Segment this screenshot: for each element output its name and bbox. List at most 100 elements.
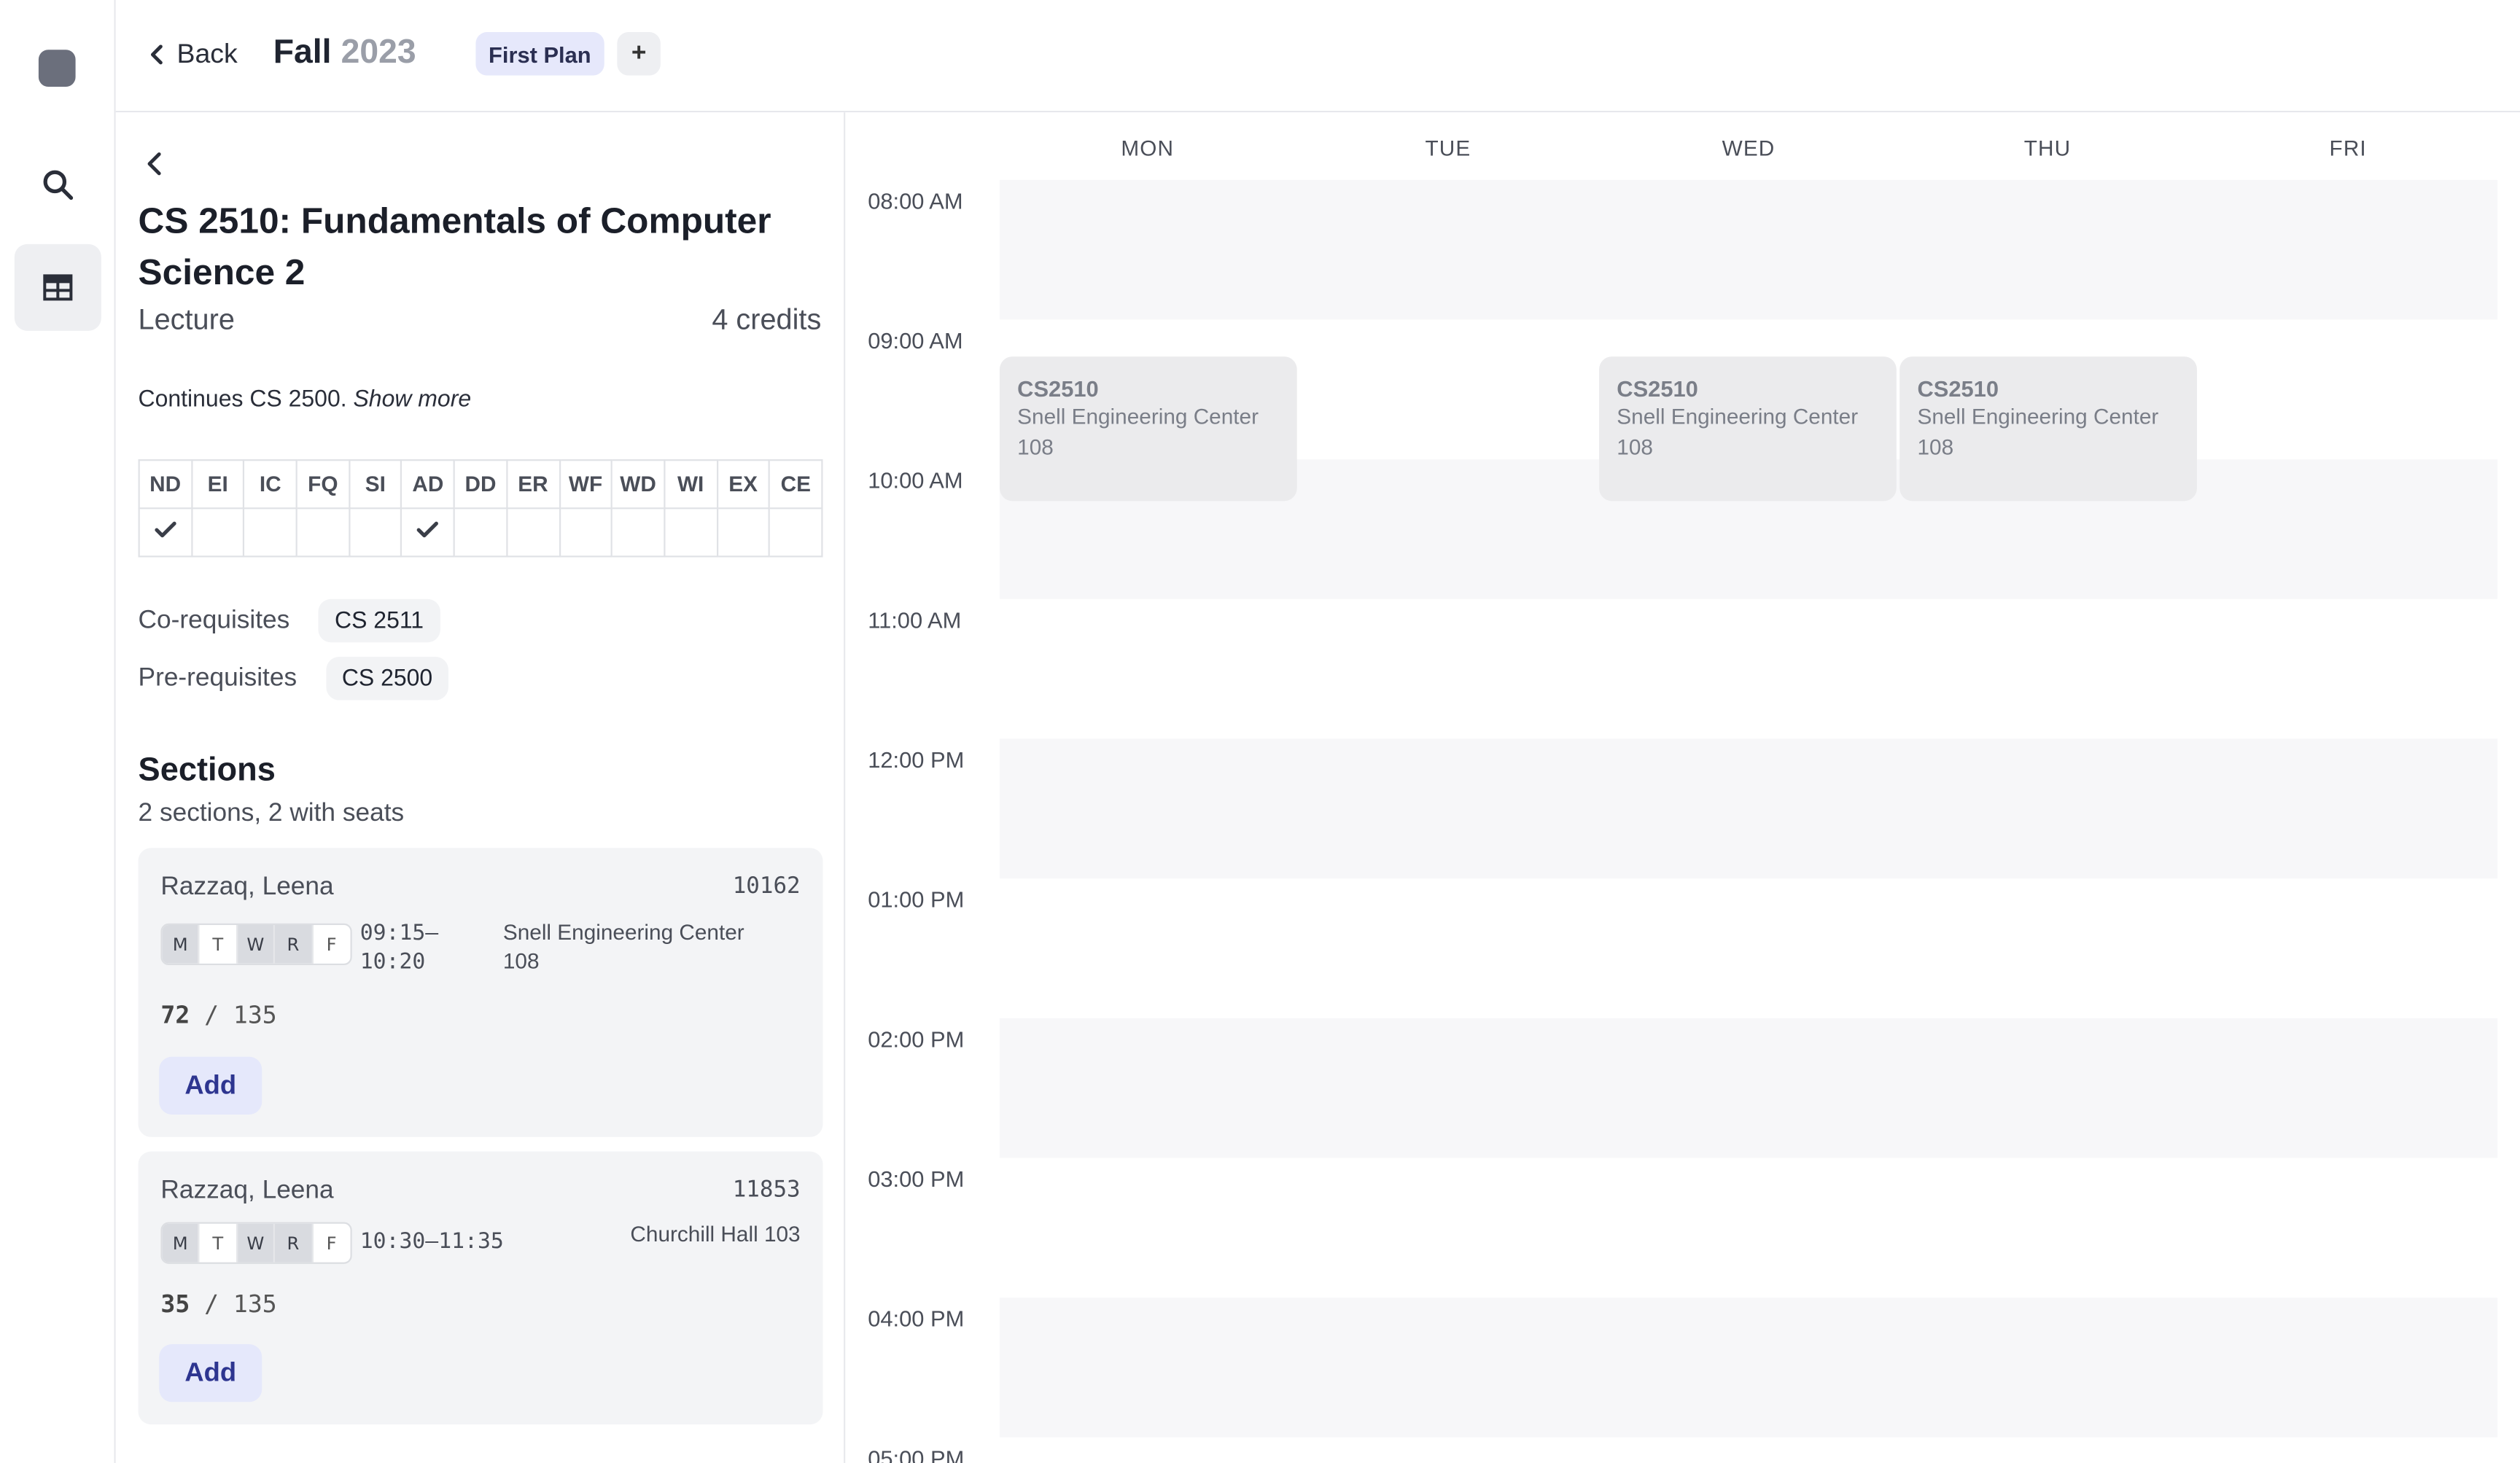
section-crn: 10162 bbox=[732, 873, 801, 900]
calendar-event[interactable]: CS2510 Snell Engineering Center 108 bbox=[999, 356, 1297, 502]
attribute-si: SI bbox=[348, 459, 402, 510]
time-label: 08:00 AM bbox=[868, 187, 963, 214]
schedule-nav-button[interactable] bbox=[14, 243, 101, 331]
description-text: Continues CS 2500. bbox=[138, 386, 347, 413]
attribute-ei: EI bbox=[190, 459, 245, 510]
event-location: Snell Engineering Center 108 bbox=[1017, 405, 1259, 460]
attribute-cell bbox=[453, 507, 508, 558]
term-season: Fall bbox=[273, 34, 332, 71]
top-bar: Back Fall 2023 First Plan + bbox=[115, 0, 2520, 113]
day-header-tue: TUE bbox=[1425, 136, 1471, 161]
attribute-cell bbox=[138, 507, 192, 558]
course-title: CS 2510: Fundamentals of Computer Scienc… bbox=[138, 200, 771, 292]
event-location: Snell Engineering Center 108 bbox=[1617, 405, 1859, 460]
event-course-code: CS2510 bbox=[1617, 375, 1698, 402]
time-label: 11:00 AM bbox=[868, 606, 962, 633]
section-time-end: 10:20 bbox=[359, 949, 426, 975]
prerequisites-label: Pre-requisites bbox=[138, 663, 298, 692]
attribute-ad: AD bbox=[400, 459, 456, 510]
attribute-cell bbox=[716, 507, 771, 558]
attribute-cell bbox=[664, 507, 718, 558]
corequisites-label: Co-requisites bbox=[138, 606, 290, 634]
table-icon bbox=[43, 274, 73, 301]
time-label: 10:00 AM bbox=[868, 467, 963, 493]
plan-tab-first-plan[interactable]: First Plan bbox=[475, 32, 604, 76]
instructor-name: Razzaq, Leena bbox=[160, 873, 334, 901]
time-label: 02:00 PM bbox=[868, 1026, 965, 1053]
seat-count: 35 / 135 bbox=[160, 1290, 277, 1319]
section-card: Razzaq, Leena 11853 MTWRF 10:30–11:35 Ch… bbox=[138, 1151, 823, 1425]
day-pill-t: T bbox=[200, 1223, 238, 1263]
section-time-start: 09:15– bbox=[359, 920, 439, 946]
seat-count: 72 / 135 bbox=[160, 1000, 277, 1030]
week-calendar: MON TUE WED THU FRI 08:00 AM 09:00 AM 10… bbox=[845, 112, 2520, 1463]
attribute-dd: DD bbox=[453, 459, 508, 510]
section-location-line1: Snell Engineering Center bbox=[502, 920, 744, 945]
attribute-wi: WI bbox=[664, 459, 718, 510]
day-pill-f: F bbox=[326, 1232, 337, 1254]
sections-summary: 2 sections, 2 with seats bbox=[138, 800, 405, 827]
attribute-nd: ND bbox=[138, 459, 192, 510]
attribute-cell bbox=[558, 507, 613, 558]
day-header-fri: FRI bbox=[2329, 136, 2367, 161]
check-icon bbox=[417, 521, 439, 538]
add-section-button[interactable]: Add bbox=[159, 1343, 262, 1402]
add-section-button[interactable]: Add bbox=[159, 1056, 262, 1115]
prereq-chip[interactable]: CS 2500 bbox=[325, 657, 449, 701]
attribute-wd: WD bbox=[610, 459, 666, 510]
search-nav-button[interactable] bbox=[15, 141, 101, 228]
attribute-cell bbox=[769, 507, 823, 558]
day-header-wed: WED bbox=[1722, 136, 1776, 161]
day-pill-w: W bbox=[237, 924, 276, 964]
calendar-event[interactable]: CS2510 Snell Engineering Center 108 bbox=[1599, 356, 1897, 502]
seats-capacity: 135 bbox=[233, 1000, 277, 1030]
course-type: Lecture bbox=[138, 303, 235, 336]
section-crn: 11853 bbox=[732, 1177, 801, 1203]
day-pill-r: R bbox=[275, 924, 313, 964]
event-course-code: CS2510 bbox=[1017, 375, 1099, 402]
day-header-thu: THU bbox=[2023, 136, 2072, 161]
section-card: Razzaq, Leena 10162 MTWRF 09:15– 10:20 S… bbox=[138, 848, 823, 1137]
seats-enrolled: 35 bbox=[160, 1290, 190, 1319]
section-time: 09:15– 10:20 bbox=[360, 918, 439, 976]
back-button[interactable]: Back bbox=[148, 39, 238, 71]
hour-band bbox=[999, 1298, 2498, 1437]
day-pill-m: M bbox=[162, 1223, 201, 1263]
time-label: 05:00 PM bbox=[868, 1445, 965, 1463]
search-icon bbox=[43, 170, 74, 200]
prerequisites-row: Pre-requisites CS 2500 bbox=[138, 657, 449, 701]
attribute-ic: IC bbox=[243, 459, 298, 510]
attribute-ex: EX bbox=[716, 459, 771, 510]
attributes-table: ND EI IC FQ SI AD DD ER WF WD WI EX CE bbox=[138, 459, 823, 558]
day-pill-t: T bbox=[200, 924, 238, 964]
attribute-cell bbox=[190, 507, 245, 558]
day-pill-m: M bbox=[162, 924, 201, 964]
attribute-cell bbox=[243, 507, 298, 558]
show-more-link[interactable]: Show more bbox=[353, 387, 471, 413]
icon-rail bbox=[0, 0, 116, 1463]
calendar-event[interactable]: CS2510 Snell Engineering Center 108 bbox=[1899, 356, 2197, 502]
attribute-cell bbox=[505, 507, 561, 558]
attribute-ce: CE bbox=[769, 459, 823, 510]
day-pill-r: R bbox=[275, 1223, 313, 1263]
term-year: 2023 bbox=[341, 34, 416, 71]
day-pill-f: F bbox=[326, 934, 337, 955]
time-label: 01:00 PM bbox=[868, 886, 965, 913]
section-location: Churchill Hall 103 bbox=[630, 1222, 801, 1247]
add-plan-button[interactable]: + bbox=[617, 32, 661, 76]
attribute-cell bbox=[295, 507, 350, 558]
coreq-chip[interactable]: CS 2511 bbox=[318, 598, 440, 643]
term-title: Fall 2023 bbox=[273, 34, 416, 72]
app-logo[interactable] bbox=[38, 50, 76, 87]
seats-enrolled: 72 bbox=[160, 1000, 190, 1030]
attribute-wf: WF bbox=[558, 459, 613, 510]
check-icon bbox=[155, 521, 176, 538]
seats-capacity: 135 bbox=[233, 1290, 277, 1319]
section-time: 10:30–11:35 bbox=[359, 1228, 504, 1255]
course-credits: 4 credits bbox=[712, 303, 822, 336]
hour-band bbox=[999, 179, 2498, 320]
course-detail-panel: CS 2510: Fundamentals of Computer Scienc… bbox=[115, 112, 846, 1463]
panel-back-icon[interactable] bbox=[139, 148, 171, 180]
attribute-er: ER bbox=[505, 459, 561, 510]
meeting-days: MTWRF bbox=[160, 1222, 352, 1264]
